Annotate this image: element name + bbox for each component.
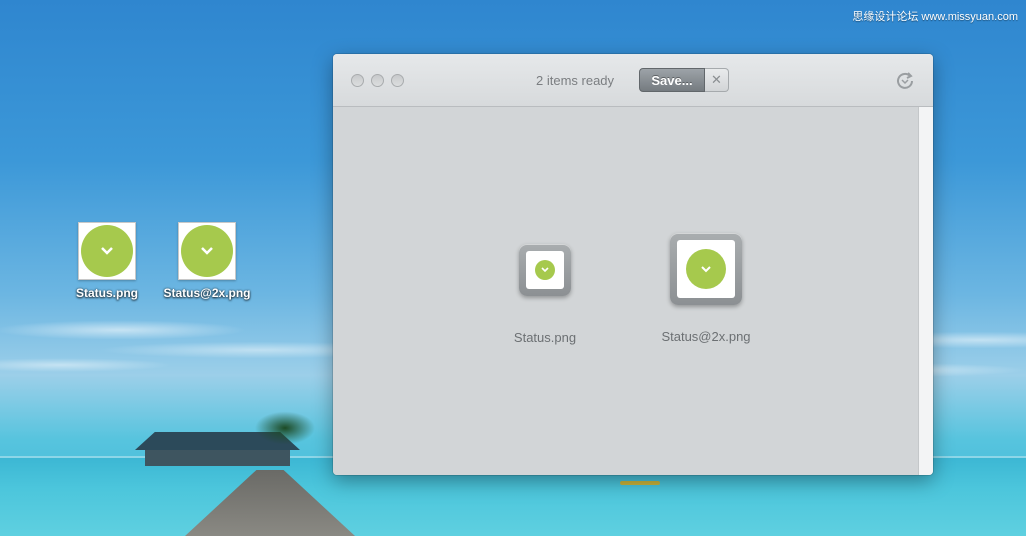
file-drop-area[interactable]: Status.png Status@2x.png — [333, 107, 919, 475]
chevron-down-icon — [201, 247, 213, 255]
green-circle-thumb — [686, 249, 726, 289]
status-image-icon — [526, 251, 564, 289]
window-controls — [351, 74, 404, 87]
minimize-window-button[interactable] — [371, 74, 384, 87]
save-button-group: Save... ✕ — [639, 68, 729, 92]
title-bar: 2 items ready Save... ✕ — [333, 54, 933, 107]
chevron-down-icon — [541, 267, 549, 273]
status-image-icon — [178, 222, 236, 280]
green-circle-thumb — [181, 225, 233, 277]
file-thumbnail-frame — [519, 244, 571, 296]
status-image-icon — [78, 222, 136, 280]
file-item-status-2x[interactable]: Status@2x.png — [651, 233, 761, 344]
dismiss-button[interactable]: ✕ — [705, 68, 729, 92]
file-thumbnail-frame — [670, 233, 742, 305]
desktop-file-status-2x[interactable]: Status@2x.png — [162, 222, 252, 300]
desktop-file-label: Status@2x.png — [163, 286, 251, 300]
desktop-file-status[interactable]: Status.png — [62, 222, 152, 300]
chevron-down-icon — [101, 247, 113, 255]
close-window-button[interactable] — [351, 74, 364, 87]
status-text: 2 items ready — [536, 73, 615, 88]
kayak — [620, 481, 660, 485]
save-button[interactable]: Save... — [639, 68, 705, 92]
chevron-down-icon — [701, 266, 711, 273]
file-name: Status@2x.png — [661, 329, 751, 344]
status-image-icon — [677, 240, 735, 298]
refresh-icon[interactable] — [895, 70, 915, 90]
watermark-text: 思缘设计论坛 www.missyuan.com — [852, 11, 1018, 23]
app-window: 2 items ready Save... ✕ Status.png Statu… — [333, 54, 933, 475]
desktop-file-label: Status.png — [76, 286, 138, 300]
green-circle-thumb — [535, 260, 555, 280]
zoom-window-button[interactable] — [391, 74, 404, 87]
green-circle-thumb — [81, 225, 133, 277]
file-name: Status.png — [513, 330, 577, 345]
scrollbar[interactable] — [918, 107, 933, 475]
palm-trees — [245, 406, 325, 456]
file-item-status[interactable]: Status.png — [503, 244, 587, 345]
